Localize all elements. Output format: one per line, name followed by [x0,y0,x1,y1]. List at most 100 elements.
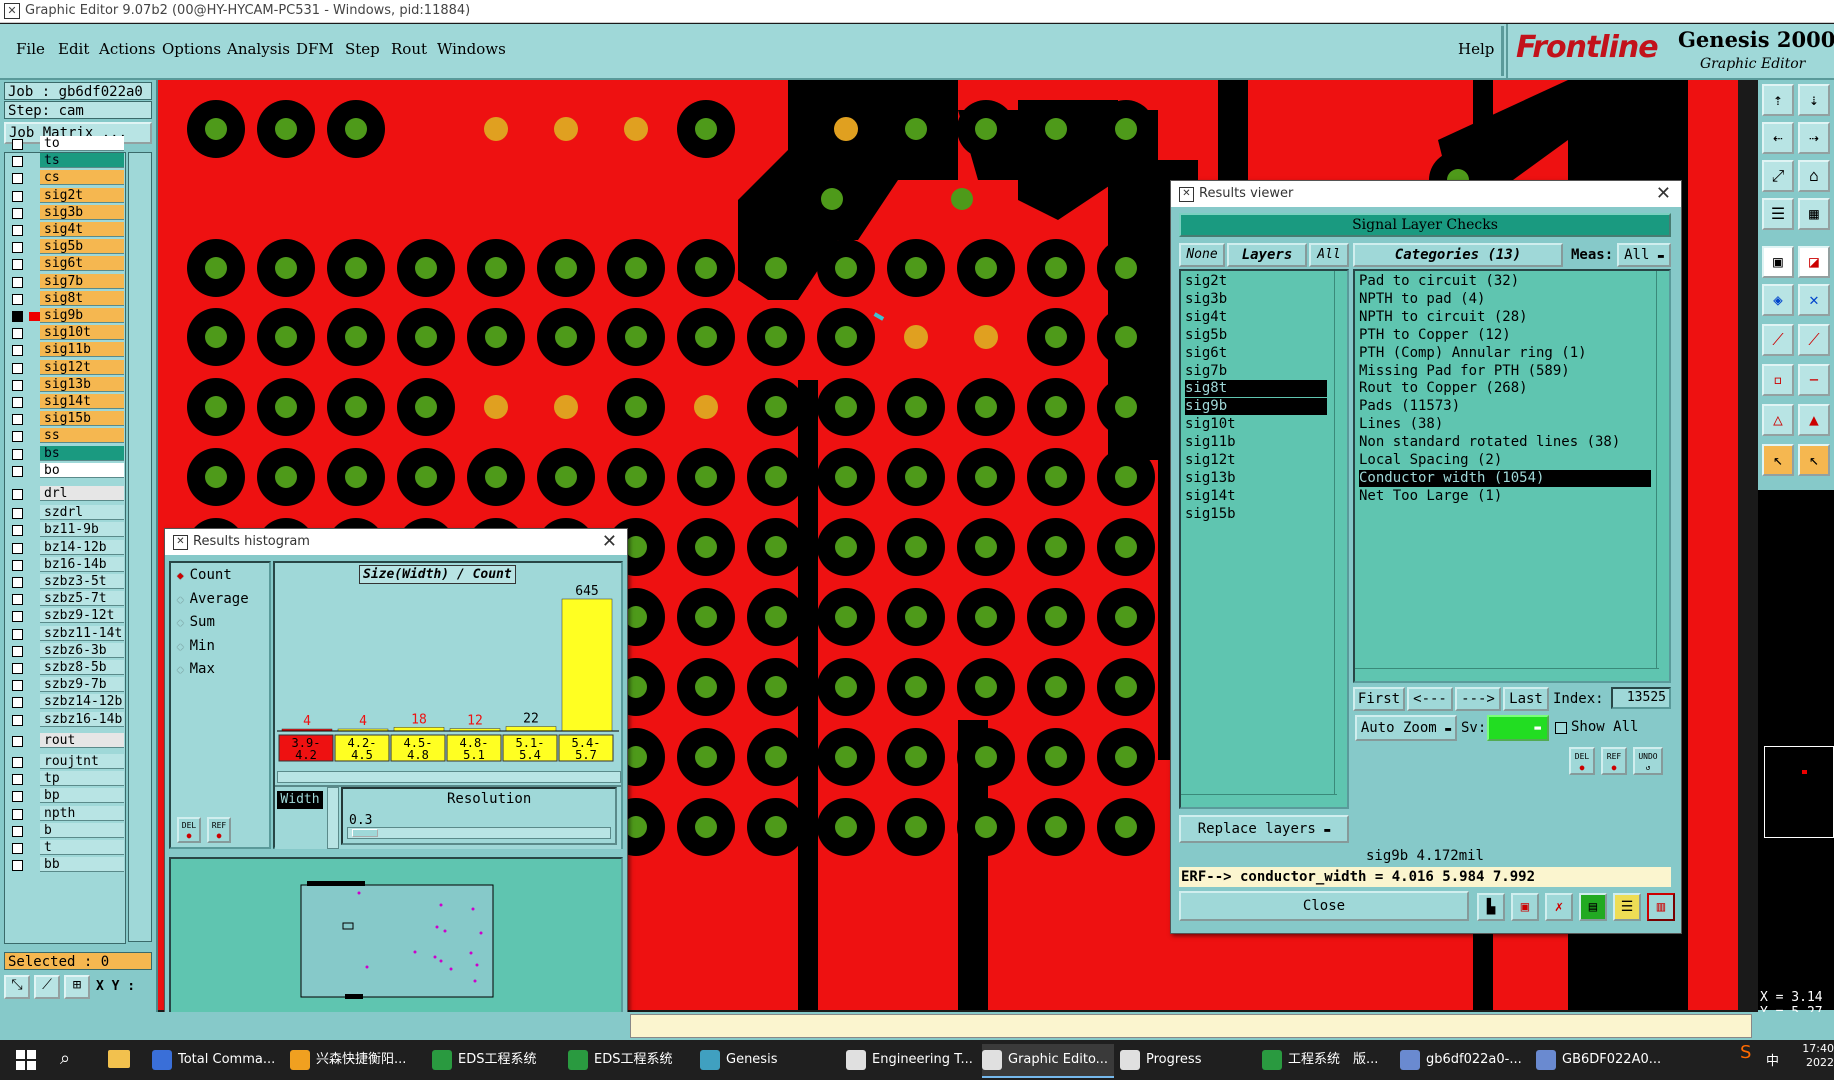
layer-row-b[interactable]: b [8,822,124,838]
layer-checkbox[interactable] [12,379,23,391]
file-explorer-icon[interactable] [108,1050,130,1068]
layer-checkbox[interactable] [12,397,23,408]
taskbar-item[interactable]: Progress [1120,1044,1252,1076]
pan-right-icon[interactable]: ⇢ [1798,122,1830,154]
search-icon[interactable]: ⌕ [60,1048,70,1069]
menu-actions[interactable]: Actions [99,40,155,58]
layer-row-sig10t[interactable]: sig10t [8,325,124,341]
last-button[interactable]: Last [1503,687,1549,711]
layer-checkbox[interactable] [12,594,23,606]
layer-row-szbz11-14t[interactable]: szbz11-14t [8,625,124,641]
board-view-icon[interactable]: ▣ [1511,893,1539,921]
sv-color-dropdown[interactable]: ▬ [1487,715,1549,741]
pan-left-icon[interactable]: ⇠ [1762,122,1794,154]
layer-row-szbz14-12b[interactable]: szbz14-12b [8,694,124,710]
layer-checkbox[interactable] [12,293,23,305]
taskbar-item[interactable]: Genesis [700,1044,832,1076]
layer-row-sig3b[interactable]: sig3b [8,204,124,220]
taskbar-item[interactable]: 工程系统 版... [1262,1044,1394,1076]
layer-checkbox[interactable] [12,489,23,500]
layer-checkbox[interactable] [12,362,23,374]
mode-radio-count[interactable]: ◆ Count [177,567,232,583]
layer-checkbox[interactable] [12,757,23,768]
layer-row-szdrl[interactable]: szdrl [8,505,124,521]
taskbar-item[interactable]: Total Comma... [152,1044,284,1076]
histogram-tool-icon[interactable]: ▙ [1477,893,1505,921]
polygon-icon[interactable]: ▲ [1798,404,1830,436]
layer-checkbox[interactable] [12,259,23,271]
measure-icon[interactable]: ⟋ [34,975,60,999]
layer-list-item[interactable]: sig4t [1185,309,1327,326]
layer-checkbox[interactable] [12,697,23,709]
menu-file[interactable]: File [16,40,45,58]
grid-icon[interactable]: ⊞ [64,975,90,999]
delete-results-icon[interactable]: ✗ [1545,893,1573,921]
pan-up-icon[interactable]: ⇡ [1762,84,1794,116]
layer-checkbox[interactable] [12,414,23,426]
layer-checkbox[interactable] [12,156,23,168]
layer-row-szbz9-12t[interactable]: szbz9-12t [8,608,124,624]
layer-list-item[interactable]: sig8t [1185,380,1327,398]
none-button[interactable]: None [1179,243,1225,267]
layer-checkbox[interactable] [12,645,23,657]
export-icon[interactable]: ▤ [1579,893,1607,921]
layer-row-sig15b[interactable]: sig15b [8,411,124,427]
category-list-item[interactable]: Missing Pad for PTH (589) [1359,363,1651,380]
layer-checkbox[interactable] [12,173,23,185]
surface-icon[interactable]: △ [1762,404,1794,436]
layer-checkbox[interactable] [12,508,23,520]
layer-checkbox[interactable] [12,311,41,322]
close-button[interactable]: Close [1179,891,1469,921]
layer-checkbox[interactable] [12,276,23,288]
select-mode-icon[interactable]: ▣ [1762,246,1794,278]
categories-list[interactable]: Pad to circuit (32) NPTH to pad (4) NPTH t… [1353,269,1671,683]
layer-checkbox[interactable] [12,465,23,477]
layer-row-sig9b[interactable]: sig9b [8,308,124,323]
layer-list-item[interactable]: sig12t [1185,452,1327,469]
layer-checkbox[interactable] [12,808,23,820]
layer-checkbox[interactable] [12,525,23,537]
layer-row-npth[interactable]: npth [8,805,124,821]
layer-checkbox[interactable] [12,431,23,443]
taskbar-item[interactable]: 兴森快捷衡阳... [290,1044,422,1076]
category-list-item[interactable]: Rout to Copper (268) [1359,380,1651,397]
first-button[interactable]: First [1353,687,1405,711]
layer-row-cs[interactable]: cs [8,170,124,186]
layer-row-sig8t[interactable]: sig8t [8,290,124,306]
layer-row-szbz9-7b[interactable]: szbz9-7b [8,677,124,693]
layer-list-item[interactable]: sig2t [1185,273,1327,290]
layer-checkbox[interactable] [12,225,23,236]
category-list-item[interactable]: Pad to circuit (32) [1359,273,1651,290]
layer-checkbox[interactable] [12,448,23,460]
layer-row-sig6t[interactable]: sig6t [8,256,124,272]
clock[interactable]: 17:40 2022 [1800,1042,1834,1070]
prev-button[interactable]: <--- [1407,687,1453,711]
zoom-icon[interactable]: ⤡ [4,975,30,999]
layer-checkbox[interactable] [12,628,23,640]
taskbar-item[interactable]: GB6DF022A0... [1536,1044,1668,1076]
layer-row-sig13b[interactable]: sig13b [8,376,124,392]
replace-layers-button[interactable]: Replace layers ▬ [1179,815,1349,843]
minus-icon[interactable]: − [1798,364,1830,396]
layer-row-sig5b[interactable]: sig5b [8,239,124,255]
layer-list-item[interactable]: sig5b [1185,327,1327,344]
snap-icon[interactable]: ▦ [1798,198,1830,230]
category-list-item[interactable]: NPTH to circuit (28) [1359,309,1651,326]
categories-button[interactable]: Categories (13) [1353,243,1563,267]
layer-checkbox[interactable] [12,559,23,571]
filter-icon[interactable]: ☰ [1762,198,1794,230]
resolution-slider[interactable] [347,827,611,839]
show-all-checkbox[interactable] [1555,722,1567,734]
layer-checkbox[interactable] [12,577,23,588]
layer-row-sig14t[interactable]: sig14t [8,394,124,409]
taskbar-item[interactable]: Engineering T... [846,1044,978,1076]
layer-checkbox[interactable] [12,714,23,726]
index-input[interactable]: 13525 [1611,687,1671,709]
auto-zoom-dropdown[interactable]: Auto Zoom ▬ [1355,715,1457,741]
next-button[interactable]: ---> [1455,687,1501,711]
undo-button[interactable]: UNDO ↺ [1633,747,1663,775]
layer-checkbox[interactable] [12,680,23,692]
layer-checkbox[interactable] [12,328,23,340]
menu-rout[interactable]: Rout [391,40,427,58]
layer-checkbox[interactable] [12,542,23,554]
